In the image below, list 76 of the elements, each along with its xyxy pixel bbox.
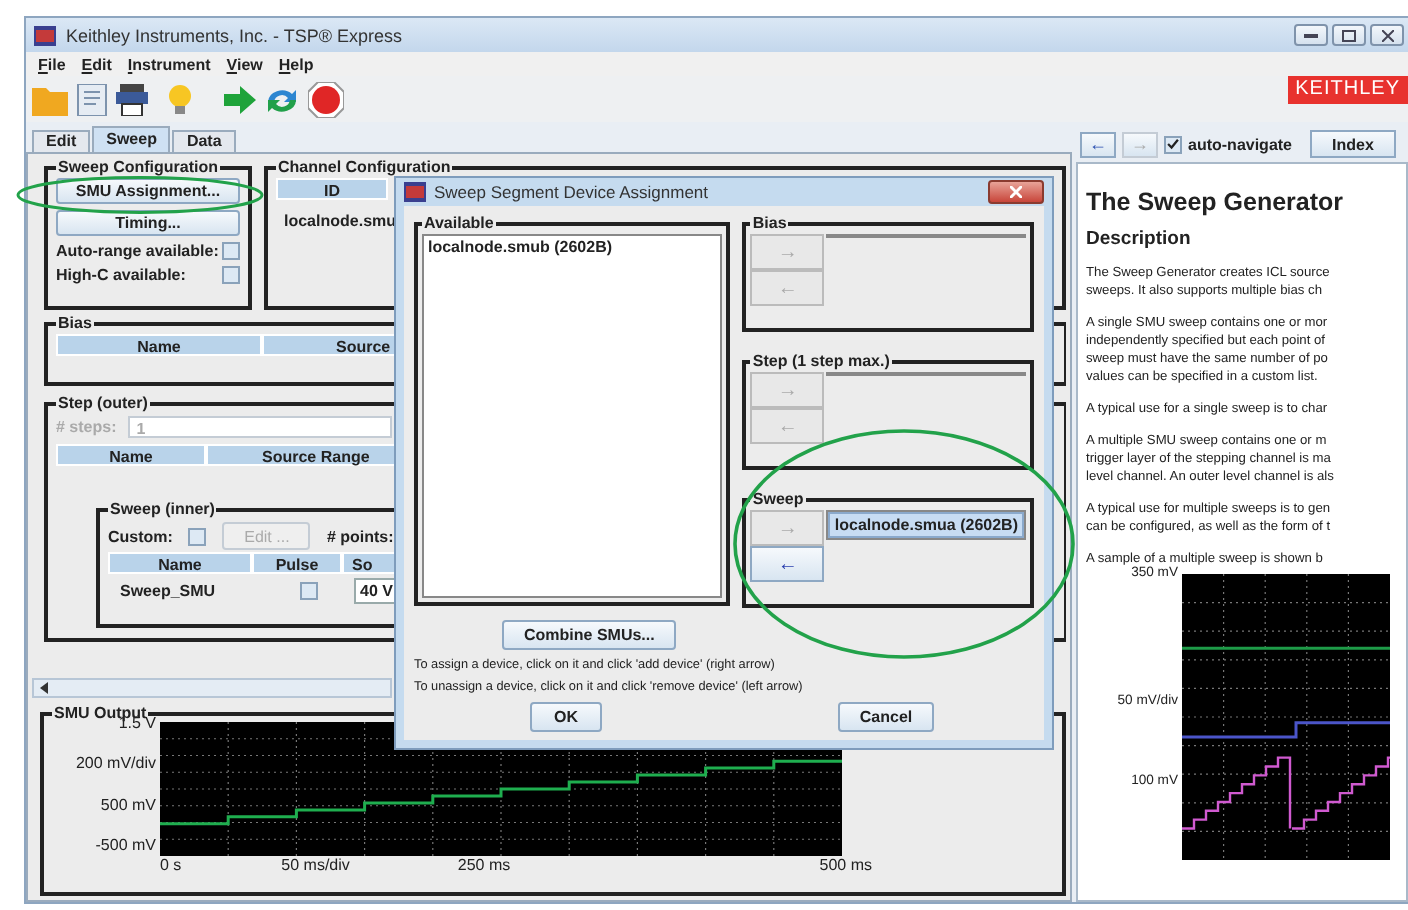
minimize-button[interactable] xyxy=(1294,24,1328,46)
close-icon xyxy=(1381,29,1393,41)
axis-label: 0 s xyxy=(160,856,182,874)
steps-label: # steps: xyxy=(56,418,117,436)
app-icon xyxy=(34,25,56,45)
device-list[interactable]: localnode.smub (2602B) xyxy=(422,234,723,598)
minimize-icon xyxy=(1304,32,1318,38)
tab[interactable]: Edit xyxy=(32,130,91,152)
help-heading: The Sweep Generator xyxy=(1086,188,1346,216)
axis-label: -500 mV xyxy=(95,835,156,854)
stop-icon[interactable] xyxy=(308,81,344,117)
menu-item[interactable]: File xyxy=(38,55,66,73)
column-header: Source Range xyxy=(206,444,398,466)
group-title: Sweep xyxy=(750,490,806,508)
maximize-icon xyxy=(1342,29,1356,41)
option-label: Auto-range available: xyxy=(56,242,219,260)
tab[interactable]: Sweep xyxy=(92,126,171,152)
column-header: Source xyxy=(262,334,398,356)
group-title: Sweep (inner) xyxy=(108,500,217,518)
group-title: Bias xyxy=(56,314,94,332)
menu-item[interactable]: Help xyxy=(278,55,314,73)
lightbulb-icon[interactable] xyxy=(168,83,192,115)
custom-label: Custom: xyxy=(108,527,173,545)
dialog-title: Sweep Segment Device Assignment xyxy=(434,182,709,202)
option-label: High-C available: xyxy=(56,266,186,284)
list-item[interactable]: localnode.smub (2602B) xyxy=(424,236,721,258)
group-title: Step (1 step max.) xyxy=(750,352,892,370)
group-title: Sweep Configuration xyxy=(56,158,220,176)
group-title: SMU Output xyxy=(52,704,147,722)
horizontal-scrollbar[interactable] xyxy=(32,678,392,698)
group-title: Step (outer) xyxy=(56,394,150,412)
close-icon xyxy=(1010,186,1022,198)
axis-label: 200 mV/div xyxy=(75,754,156,773)
table-cell-text: Sweep_SMU xyxy=(118,582,218,600)
checkbox[interactable] xyxy=(222,266,240,284)
group-title: Available xyxy=(422,214,496,232)
checkbox-label: auto-navigate xyxy=(1188,135,1293,153)
help-subheading: Description xyxy=(1086,228,1193,250)
group-title: Channel Configuration xyxy=(276,158,453,176)
menu-item[interactable]: Edit xyxy=(81,55,112,73)
axis-label: 50 ms/div xyxy=(281,856,350,874)
column-header: Name xyxy=(56,334,262,356)
group-title: Bias xyxy=(750,214,789,232)
column-header: ID xyxy=(276,178,388,200)
brand-logo: KEITHLEY xyxy=(1287,76,1408,104)
list-item[interactable]: localnode.smua (2602B) xyxy=(828,512,1024,538)
checkbox[interactable] xyxy=(222,242,240,260)
dialog-button[interactable]: Cancel xyxy=(838,702,934,732)
combine-button[interactable]: Combine SMUs... xyxy=(502,620,677,650)
back-button[interactable]: ← xyxy=(1080,131,1116,157)
folder-icon[interactable] xyxy=(32,83,68,115)
menu-item[interactable]: View xyxy=(226,55,263,73)
checkbox[interactable] xyxy=(1164,135,1182,153)
close-button[interactable] xyxy=(988,180,1044,204)
app-icon xyxy=(404,182,426,202)
maximize-button[interactable] xyxy=(1332,24,1366,46)
column-header: Pulse xyxy=(252,552,342,574)
axis-label: 250 ms xyxy=(457,856,511,874)
window-title: Keithley Instruments, Inc. - TSP® Express xyxy=(66,25,403,45)
axis-label: 500 mV xyxy=(100,795,156,814)
printer-icon[interactable] xyxy=(116,83,148,115)
menu-item[interactable]: Instrument xyxy=(127,55,211,73)
close-button[interactable] xyxy=(1370,24,1404,46)
axis-label: 500 ms xyxy=(819,856,872,874)
remove-device-button[interactable]: ← xyxy=(750,546,825,582)
dialog-button[interactable]: OK xyxy=(530,702,602,732)
config-button[interactable]: Timing... xyxy=(56,210,240,236)
column-header: Name xyxy=(56,444,206,466)
table-cell-text: localnode.smu xyxy=(282,210,399,234)
column-header: Name xyxy=(108,552,252,574)
scroll-left-icon[interactable] xyxy=(38,682,50,694)
config-button[interactable]: SMU Assignment... xyxy=(56,178,240,204)
tab[interactable]: Data xyxy=(172,130,236,152)
index-button[interactable]: Index xyxy=(1310,130,1396,158)
run-arrow-icon[interactable] xyxy=(224,85,256,113)
points-label: # points: xyxy=(326,527,394,545)
